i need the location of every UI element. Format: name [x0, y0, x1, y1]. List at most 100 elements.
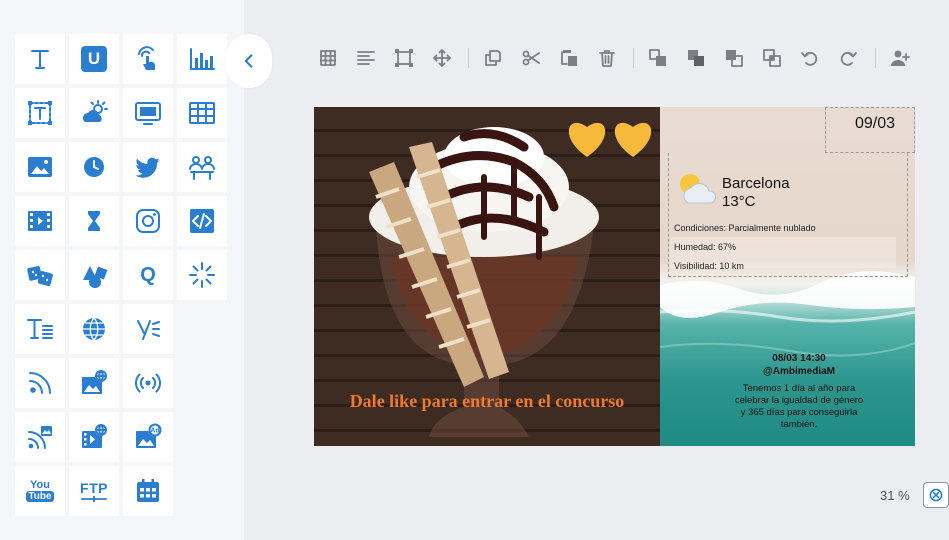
- image-widget[interactable]: [15, 142, 65, 192]
- burst-icon: [189, 262, 215, 288]
- weather-icon: [83, 100, 108, 122]
- undo-button[interactable]: [793, 40, 827, 76]
- ad-image-widget[interactable]: Ad: [123, 412, 173, 462]
- weather-visibility: Visibilidad: 10 km: [674, 261, 744, 271]
- rss-icon: [29, 372, 51, 394]
- heart-icon[interactable]: [566, 115, 608, 159]
- quiz-widget[interactable]: Q: [123, 250, 173, 300]
- date-text[interactable]: 09/03: [855, 115, 895, 133]
- rss-widget[interactable]: [15, 358, 65, 408]
- screen-widget[interactable]: [123, 88, 173, 138]
- bring-to-front-icon: [649, 49, 666, 66]
- redo-icon: [840, 51, 857, 66]
- timer-widget[interactable]: [69, 196, 119, 246]
- dice-icon: [27, 266, 53, 287]
- web-widget[interactable]: [69, 304, 119, 354]
- weather-widget[interactable]: [69, 88, 119, 138]
- widget-panel: U Q Ad You Tube FTP: [0, 0, 244, 540]
- touch-widget[interactable]: [123, 34, 173, 84]
- empty-slot: [177, 304, 227, 354]
- tweet-text: Tenemos 1 día al año para celebrar la ig…: [734, 383, 864, 430]
- reset-zoom-icon: [929, 488, 943, 502]
- send-backward-button[interactable]: [755, 40, 789, 76]
- move-button[interactable]: [425, 40, 459, 76]
- rss-image-icon: [28, 426, 52, 449]
- monitor-icon: [135, 102, 161, 125]
- people-queue-icon: [189, 156, 215, 180]
- send-to-back-icon: [688, 50, 704, 66]
- text-widget[interactable]: [15, 34, 65, 84]
- promo-text[interactable]: Dale like para entrar en el concurso: [314, 391, 660, 412]
- redo-button[interactable]: [831, 40, 865, 76]
- u-widget[interactable]: U: [69, 34, 119, 84]
- tweet-datetime: 08/03 14:30: [772, 353, 826, 364]
- u-badge-icon: U: [81, 46, 107, 72]
- table-widget[interactable]: [177, 88, 227, 138]
- web-video-widget[interactable]: [69, 412, 119, 462]
- yammer-widget[interactable]: [123, 304, 173, 354]
- youtube-icon: You Tube: [26, 479, 54, 502]
- youtube-label-top: You: [30, 479, 50, 491]
- ftp-label: FTP: [80, 480, 108, 496]
- text-list-widget[interactable]: [15, 304, 65, 354]
- move-arrows-icon: [433, 49, 451, 67]
- align-button[interactable]: [349, 40, 383, 76]
- html-widget[interactable]: [177, 196, 227, 246]
- undo-icon: [801, 51, 818, 66]
- shapes-widget[interactable]: [69, 250, 119, 300]
- chevron-left-icon: [244, 54, 253, 68]
- twitter-icon: [135, 157, 160, 178]
- calendar-icon: [137, 479, 159, 502]
- shapes-icon: [83, 266, 108, 288]
- trash-icon: [599, 50, 615, 67]
- bar-chart-icon: [190, 48, 215, 70]
- toolbar-separator: [633, 48, 634, 68]
- ad-label: Ad: [150, 428, 159, 435]
- web-image-widget[interactable]: [69, 358, 119, 408]
- web-video-icon: [82, 424, 107, 448]
- reset-zoom-button[interactable]: [923, 482, 949, 508]
- fit-button[interactable]: [387, 40, 421, 76]
- youtube-widget[interactable]: You Tube: [15, 466, 65, 516]
- weather-city: Barcelona: [722, 175, 790, 192]
- clock-widget[interactable]: [69, 142, 119, 192]
- chart-widget[interactable]: [177, 34, 227, 84]
- web-image-icon: [82, 370, 107, 394]
- globe-icon: [83, 317, 105, 341]
- heart-icon[interactable]: [612, 115, 654, 159]
- cut-button[interactable]: [514, 40, 548, 76]
- design-canvas[interactable]: Dale like para entrar en el concurso 09/…: [314, 107, 915, 446]
- send-backward-icon: [763, 49, 781, 67]
- beach-background[interactable]: 09/03 Barcelona 13°C Condiciones: Parcia…: [660, 107, 915, 446]
- yammer-icon: [137, 320, 160, 340]
- grid-button[interactable]: [311, 40, 345, 76]
- add-user-button[interactable]: [883, 40, 917, 76]
- collapse-panel-button[interactable]: [226, 34, 272, 88]
- twitter-widget[interactable]: [123, 142, 173, 192]
- send-back-button[interactable]: [679, 40, 713, 76]
- instagram-widget[interactable]: [123, 196, 173, 246]
- q-icon: Q: [140, 263, 156, 286]
- ftp-icon: FTP: [80, 480, 108, 502]
- code-icon: [190, 209, 214, 233]
- ftp-widget[interactable]: FTP: [69, 466, 119, 516]
- calendar-widget[interactable]: [123, 466, 173, 516]
- bring-forward-button[interactable]: [717, 40, 751, 76]
- stream-widget[interactable]: [123, 358, 173, 408]
- video-widget[interactable]: [15, 196, 65, 246]
- bring-front-button[interactable]: [641, 40, 675, 76]
- ftp-network-line: [80, 496, 108, 502]
- image-icon: [28, 157, 52, 177]
- dice-widget[interactable]: [15, 250, 65, 300]
- textbox-widget[interactable]: [15, 88, 65, 138]
- queue-widget[interactable]: [177, 142, 227, 192]
- table-icon: [189, 102, 215, 124]
- toolbar-separator: [875, 48, 876, 68]
- duplicate-icon: [485, 50, 501, 66]
- dessert-image[interactable]: Dale like para entrar en el concurso: [314, 107, 660, 446]
- sparkle-widget[interactable]: [177, 250, 227, 300]
- paste-button[interactable]: [552, 40, 586, 76]
- rss-image-widget[interactable]: [15, 412, 65, 462]
- delete-button[interactable]: [590, 40, 624, 76]
- duplicate-button[interactable]: [476, 40, 510, 76]
